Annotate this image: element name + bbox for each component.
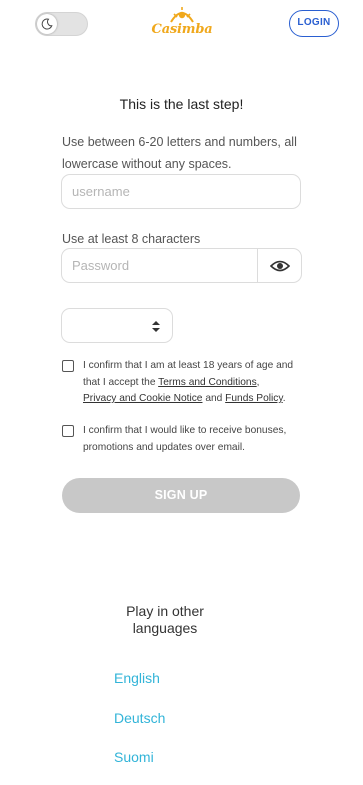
show-password-button[interactable] (257, 248, 302, 283)
dropdown-select[interactable] (61, 308, 173, 343)
eye-icon (269, 260, 290, 271)
username-input[interactable] (61, 174, 301, 209)
casimba-logo[interactable]: Casimba (150, 6, 214, 42)
age-consent-checkbox[interactable] (62, 360, 74, 372)
logo-text: Casimba (151, 22, 213, 37)
password-hint: Use at least 8 characters (62, 232, 201, 246)
languages-title: Play in other languages (126, 603, 204, 636)
funds-policy-link[interactable]: Funds Policy (225, 393, 283, 404)
moon-icon (37, 14, 57, 34)
language-link-suomi[interactable]: Suomi (114, 749, 154, 765)
signup-button[interactable]: SIGN UP (62, 478, 300, 513)
marketing-consent-checkbox[interactable] (62, 425, 74, 437)
login-button[interactable]: LOGIN (289, 10, 339, 37)
password-input[interactable] (61, 248, 258, 283)
step-title: This is the last step! (119, 96, 244, 112)
age-consent-separator: , (256, 376, 260, 388)
language-link-english[interactable]: English (114, 670, 160, 686)
header: Casimba LOGIN (0, 0, 363, 48)
username-hint: Use between 6-20 letters and numbers, al… (62, 135, 297, 171)
privacy-link[interactable]: Privacy and Cookie Notice (83, 393, 202, 404)
age-consent-text: I confirm that I am at least 18 years of… (83, 358, 308, 408)
terms-link[interactable]: Terms and Conditions (158, 377, 257, 388)
language-link-deutsch[interactable]: Deutsch (114, 710, 165, 726)
age-consent-and: and (202, 393, 226, 404)
marketing-consent-text: I confirm that I would like to receive b… (83, 425, 287, 453)
theme-toggle[interactable] (35, 12, 88, 36)
age-consent-suffix: . (282, 393, 286, 404)
sort-arrows-icon (152, 321, 160, 332)
